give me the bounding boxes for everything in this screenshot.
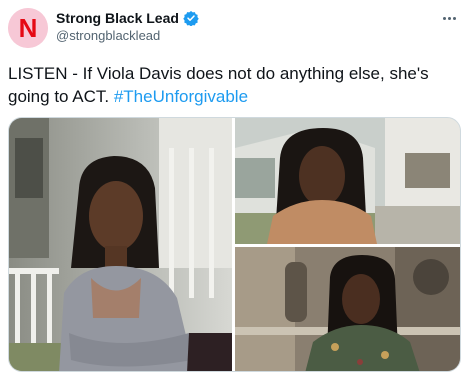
photo-1-image <box>9 118 232 371</box>
photo-2-image <box>235 118 460 244</box>
more-options-button[interactable] <box>438 10 460 26</box>
photo-1[interactable] <box>9 118 232 371</box>
netflix-logo-icon: N <box>8 8 48 48</box>
verified-badge-icon <box>183 11 199 26</box>
display-name[interactable]: Strong Black Lead <box>56 10 179 26</box>
media-grid <box>8 117 461 372</box>
photo-3-image <box>235 247 460 371</box>
tweet-text: LISTEN - If Viola Davis does not do anyt… <box>8 62 463 108</box>
hashtag-link[interactable]: #TheUnforgivable <box>114 87 248 106</box>
avatar[interactable]: N <box>8 8 48 48</box>
photo-3[interactable] <box>235 247 460 371</box>
author-name-row: Strong Black Lead <box>56 9 199 27</box>
photo-2[interactable] <box>235 118 460 244</box>
more-options-icon <box>442 16 446 20</box>
author-handle[interactable]: @strongblacklead <box>56 28 160 43</box>
tweet-card[interactable]: N Strong Black Lead @strongblacklead LIS… <box>0 0 470 382</box>
avatar-letter: N <box>19 13 38 43</box>
